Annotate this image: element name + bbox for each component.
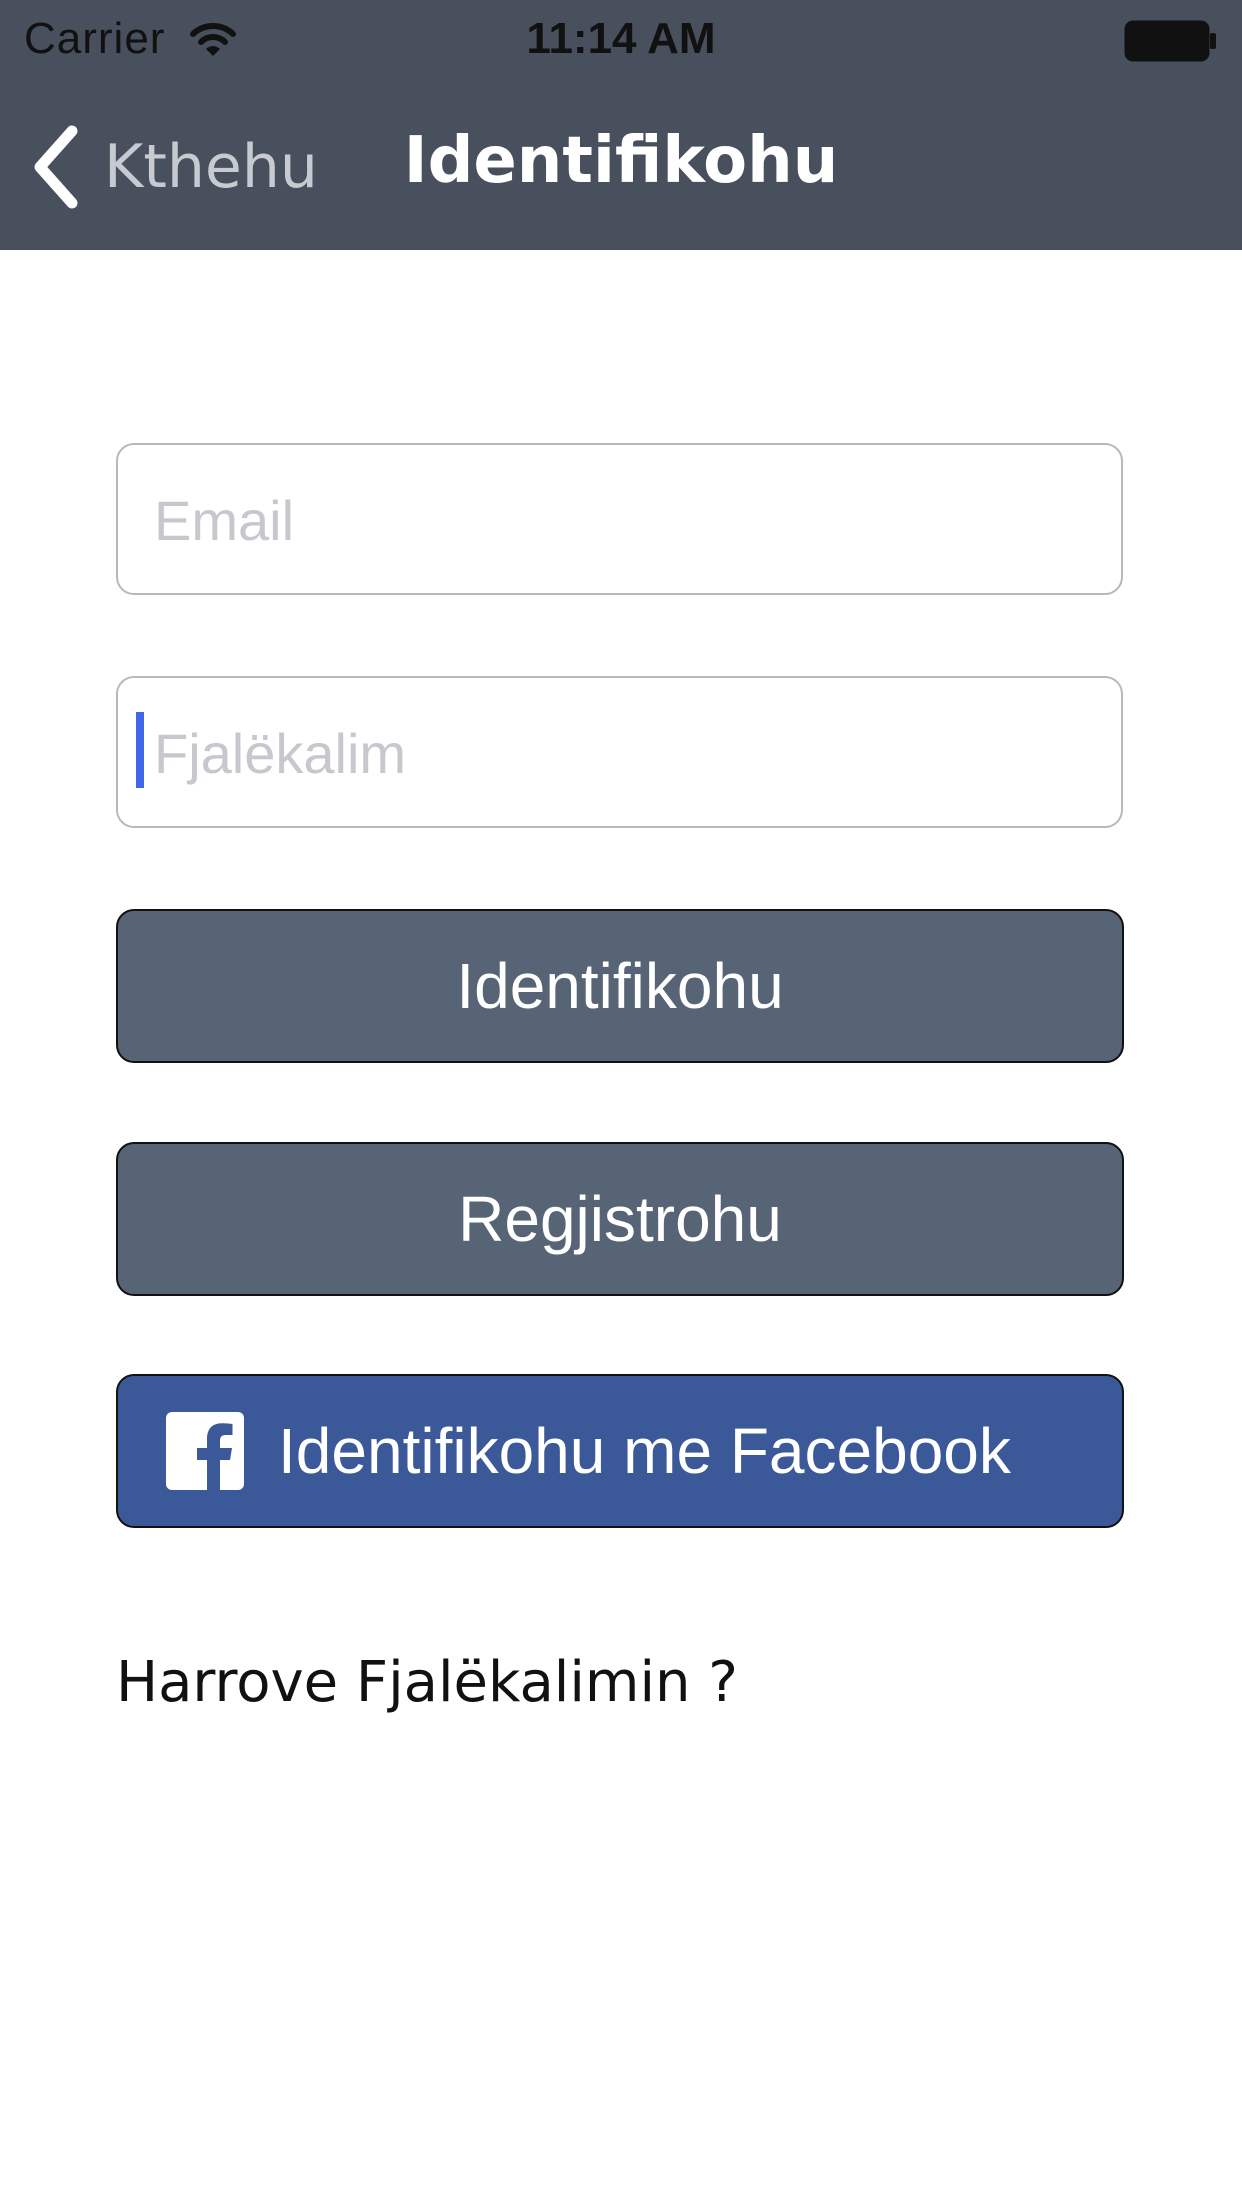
register-button-label: Regjistrohu	[458, 1183, 782, 1255]
facebook-button-label: Identifikohu me Facebook	[278, 1415, 1011, 1487]
page-title: Identifikohu	[403, 124, 839, 198]
facebook-login-button[interactable]: Identifikohu me Facebook	[116, 1374, 1124, 1528]
login-button-label: Identifikohu	[456, 950, 784, 1022]
status-time: 11:14 AM	[526, 14, 716, 63]
status-bar: Carrier 11:14 AM	[0, 0, 1242, 84]
register-button[interactable]: Regjistrohu	[116, 1142, 1124, 1296]
password-field[interactable]	[116, 676, 1123, 828]
password-input[interactable]	[152, 678, 1096, 828]
email-input[interactable]	[152, 445, 1096, 595]
top-bar: Carrier 11:14 AM Kthehu Identifikohu	[0, 0, 1242, 250]
text-caret	[136, 712, 144, 788]
login-button[interactable]: Identifikohu	[116, 909, 1124, 1063]
battery-icon	[1124, 20, 1216, 62]
email-field[interactable]	[116, 443, 1123, 595]
navigation-bar: Kthehu Identifikohu	[0, 84, 1242, 250]
forgot-password-link[interactable]: Harrove Fjalëkalimin ?	[116, 1650, 738, 1715]
facebook-icon	[166, 1412, 244, 1490]
